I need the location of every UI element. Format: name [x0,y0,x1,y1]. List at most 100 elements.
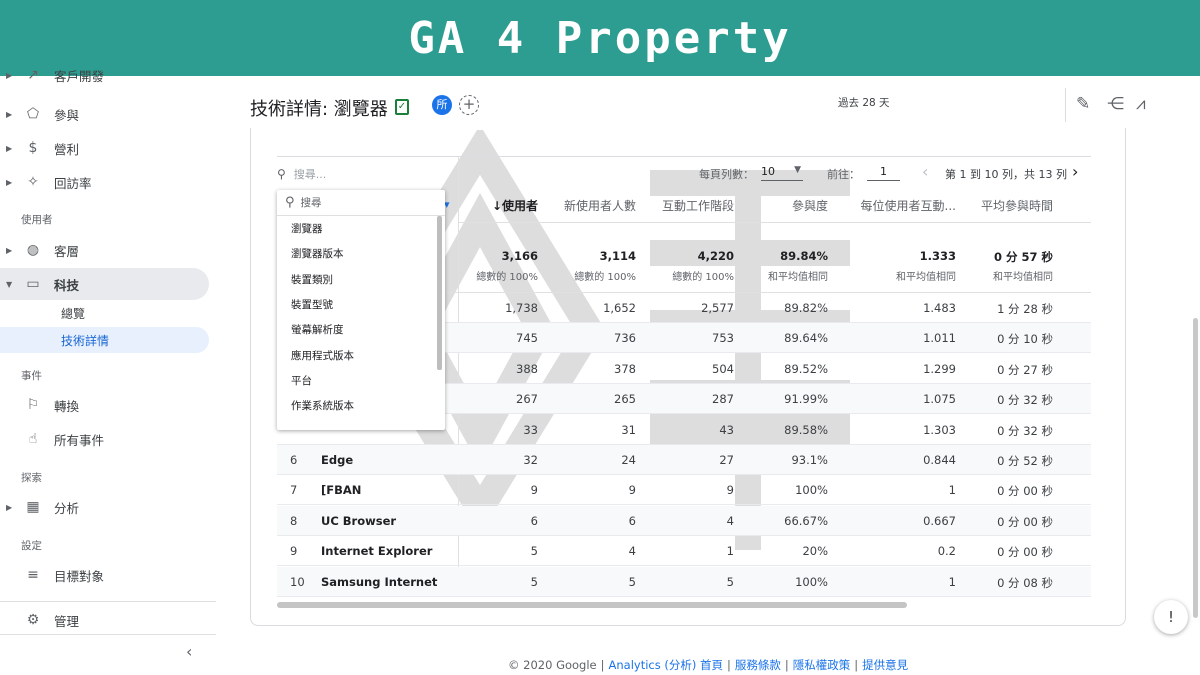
footer-link-feedback[interactable]: 提供意見 [862,658,908,672]
sidebar-item-all-events[interactable]: ☝ 所有事件 [0,423,209,455]
feedback-icon[interactable]: ! [1154,600,1188,634]
next-page-icon[interactable]: › [1072,162,1078,181]
page-title: 技術詳情: 瀏覽器 [250,99,388,120]
cell-avg-engagement-time: 0 分 10 秒 [997,332,1053,347]
cell-engagement-rate: 20% [802,544,828,559]
total-sub: 和平均值相同 [896,272,956,283]
sidebar-item-label: 回訪率 [54,175,92,191]
column-header-users[interactable]: ↓使用者 [492,197,538,214]
table-row[interactable]: 10 Samsung Internet 5 5 5 100% 1 0 分 08 秒 [277,566,1091,597]
collapse-sidebar-icon[interactable]: ‹ [186,642,192,661]
cell-new-users: 24 [621,453,636,467]
dropdown-option[interactable]: 應用程式版本 [277,342,445,367]
dropdown-search[interactable]: ⚲ 搜尋 [277,190,445,216]
row-index: 9 [290,544,298,559]
expand-arrow-icon: ▶ [6,143,13,153]
vertical-scrollbar[interactable] [1193,318,1198,618]
table-row[interactable]: 6 Edge 32 24 27 93.1% 0.844 0 分 52 秒 [277,445,1091,475]
cell-avg-engagement-time: 0 分 32 秒 [997,423,1053,438]
row-index: 8 [290,513,298,528]
table-row[interactable]: 9 Internet Explorer 5 4 1 20% 0.2 0 分 00 秒 [277,536,1091,567]
footer-link-home[interactable]: Analytics (分析) 首頁 [609,658,724,672]
table-row[interactable]: 7 [FBAN 9 9 9 100% 1 0 分 00 秒 [277,475,1091,506]
dropdown-list: 瀏覽器 瀏覽器版本 裝置類別 裝置型號 螢幕解析度 應用程式版本 平台 作業系統版本 [277,216,445,418]
column-header-new-users[interactable]: 新使用者人數 [564,197,636,214]
table-row[interactable]: 8 UC Browser 6 6 4 66.67% 0.667 0 分 00 秒 [277,505,1091,536]
date-range[interactable]: 過去 28 天 [838,95,890,110]
sidebar-divider [0,601,216,602]
cell-engagement-rate: 89.52% [784,361,828,376]
dropdown-option[interactable]: 瀏覽器版本 [277,241,445,266]
sidebar-subitem-tech-details[interactable]: 技術詳情 [0,327,209,353]
sidebar-item-analysis[interactable]: ▶ ▦ 分析 [0,491,209,523]
sidebar-item-audiences[interactable]: ≡ 目標對象 [0,559,209,591]
column-header-engaged-sessions-per-user[interactable]: 每位使用者互動... [861,197,956,214]
cell-sessions-per-user: 0.2 [937,544,956,559]
dropdown-option[interactable]: 瀏覽器 [277,216,445,241]
cell-engagement-rate: 100% [795,574,828,589]
prev-page-icon[interactable]: ‹ [922,162,928,181]
cell-users: 267 [516,392,538,407]
table-search[interactable]: ⚲ 搜尋... [277,166,326,182]
row-index: 7 [290,483,298,498]
sidebar-item-admin[interactable]: ⚙ 管理 [0,604,209,636]
sidebar-item-engagement[interactable]: ▶ ⬠ 參與 [0,98,209,130]
cell-engaged-sessions: 2,577 [701,301,734,315]
total-users: 3,166 [501,249,538,263]
expand-arrow-icon: ▶ [6,177,13,187]
edit-report-icon[interactable]: ✎ [1076,94,1090,114]
sidebar-item-label: 科技 [54,277,80,293]
chevron-down-icon: ▼ [794,165,801,175]
column-header-engagement-rate[interactable]: 參與度 [792,197,828,214]
goto-page-input[interactable]: 1 [867,165,900,181]
goto-label: 前往： [827,168,860,181]
sidebar-item-acquisition[interactable]: ▶ ↗ 客戶開發 [0,66,209,84]
row-browser-name: [FBAN [321,483,362,498]
sidebar-item-label: 所有事件 [54,432,105,448]
add-comparison-icon[interactable]: + [459,95,479,115]
sidebar-item-monetization[interactable]: ▶ $ 營利 [0,132,209,164]
dropdown-option[interactable]: 螢幕解析度 [277,317,445,342]
cell-new-users: 6 [628,513,636,528]
horizontal-scrollbar[interactable] [277,602,907,608]
footer-link-terms[interactable]: 服務條款 [735,658,781,672]
sidebar-item-demographics[interactable]: ▶ ◍ 客層 [0,234,209,266]
sidebar-item-label: 參與 [54,107,80,123]
dropdown-search-placeholder: 搜尋 [300,197,322,209]
cell-engaged-sessions: 287 [712,392,734,407]
sidebar-subitem-overview[interactable]: 總覽 [0,300,209,326]
cell-engagement-rate: 100% [795,483,828,498]
sidebar-item-label: 客層 [54,243,80,259]
rows-per-page-select[interactable]: 10 ▼ [761,165,803,181]
check-icon[interactable]: ✓ [395,99,409,115]
column-header-avg-engagement-time[interactable]: 平均參與時間 [981,197,1053,214]
expand-arrow-icon: ▶ [6,502,13,512]
column-header-engaged-sessions[interactable]: 互動工作階段 [662,197,734,214]
sidebar-item-conversions[interactable]: ⚐ 轉換 [0,389,209,421]
avatar[interactable]: 所 [432,95,452,115]
row-browser-name: UC Browser [321,513,397,528]
insights-icon[interactable]: ⩘ [1136,94,1146,114]
sidebar-item-tech[interactable]: ▼ ▭ 科技 [0,268,209,300]
page-range: 第 1 到 10 列，共 13 列 [945,168,1067,181]
dropdown-option[interactable]: 作業系統版本 [277,393,445,418]
footer-link-privacy[interactable]: 隱私權政策 [793,658,851,672]
collapse-arrow-icon: ▼ [6,279,13,289]
cell-avg-engagement-time: 0 分 00 秒 [997,484,1053,499]
cell-new-users: 378 [614,361,636,376]
dropdown-option[interactable]: 裝置型號 [277,292,445,317]
share-icon[interactable]: ⋲ [1107,94,1124,114]
cell-engaged-sessions: 5 [726,574,734,589]
dropdown-option[interactable]: 平台 [277,368,445,393]
dropdown-scrollbar[interactable] [437,216,442,370]
dimension-dropdown: ⚲ 搜尋 瀏覽器 瀏覽器版本 裝置類別 裝置型號 螢幕解析度 應用程式版本 平台 作業系統版本 [277,190,445,430]
header-divider [1065,88,1066,122]
cell-sessions-per-user: 1 [948,574,956,589]
sidebar-item-retention[interactable]: ▶ ✧ 回訪率 [0,166,209,198]
dropdown-option[interactable]: 裝置類別 [277,267,445,292]
cell-sessions-per-user: 1 [948,483,956,498]
devices-icon: ▭ [26,276,40,292]
cell-new-users: 736 [614,331,636,346]
sidebar: ▶ ↗ 客戶開發 ▶ ⬠ 參與 ▶ $ 營利 ▶ ✧ 回訪率 使用者 ▶ ◍ 客… [0,67,216,675]
cell-avg-engagement-time: 0 分 27 秒 [997,362,1053,377]
